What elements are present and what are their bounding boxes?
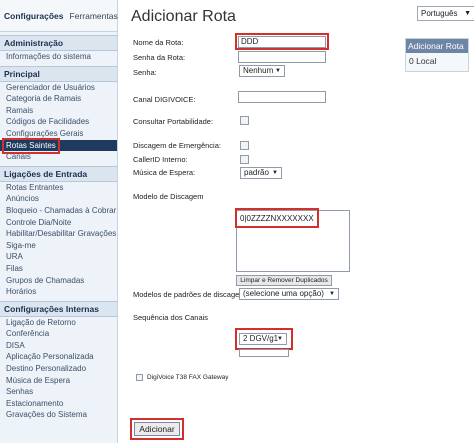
clear-duplicates-button[interactable]: Limpar e Remover Duplicados [236,275,332,286]
sidebar-item-siga-me[interactable]: Siga-me [0,240,117,252]
sidebar-item-informacoes-sistema[interactable]: Informações do sistema [0,51,117,63]
hold-music-label: Música de Espera: [133,168,196,177]
chevron-down-icon: ▼ [277,336,283,342]
sidebar-item-aplicacao-personalizada[interactable]: Aplicação Personalizada [0,351,117,363]
sidebar-item-anuncios[interactable]: Anúncios [0,193,117,205]
sidebar-item-senhas[interactable]: Senhas [0,386,117,398]
route-list-header[interactable]: Adicionar Rota [406,39,468,53]
route-name-input[interactable]: DDD [238,36,326,48]
sidebar-item-canais[interactable]: Canais [0,151,117,163]
channel-sequence-value: 2 DGV/g1 [243,334,279,343]
fax-gateway-label: DigiVoice T38 FAX Gateway [147,374,229,381]
chevron-down-icon: ▼ [464,10,471,17]
chevron-down-icon: ▼ [272,170,278,176]
sidebar-item-destino-personalizado[interactable]: Destino Personalizado [0,363,117,375]
chevron-down-icon: ▼ [329,291,335,297]
sidebar-item-musica-espera[interactable]: Música de Espera [0,375,117,387]
route-password-input[interactable] [238,51,326,63]
callerid-checkbox[interactable] [240,155,249,164]
tab-configuracoes[interactable]: Configurações [4,11,64,21]
tab-ferramentas[interactable]: Ferramentas [70,11,118,21]
route-list-item[interactable]: 0 Local [406,53,468,69]
chevron-down-icon: ▼ [275,68,281,74]
sidebar-item-ligacao-retorno[interactable]: Ligação de Retorno [0,317,117,329]
sidebar-item-grupos-chamadas[interactable]: Grupos de Chamadas [0,275,117,287]
emergency-dial-checkbox[interactable] [240,141,249,150]
sidebar-item-conferencia[interactable]: Conferência [0,328,117,340]
dial-pattern-label: Modelo de Discagem [133,192,204,201]
language-value: Português [421,9,458,18]
sidebar-item-rotas-saintes[interactable]: Rotas Saintes [0,139,117,152]
sidebar-item-horarios[interactable]: Horários [0,286,117,298]
channel-sequence-empty-select[interactable] [239,349,289,357]
top-tabs: Configurações Ferramentas [0,0,118,32]
digivoice-channel-input[interactable] [238,91,326,103]
sidebar-item-ramais[interactable]: Ramais [0,105,117,117]
sidebar-item-gravacoes-sistema[interactable]: Gravações do Sistema [0,409,117,421]
dial-pattern-textarea[interactable]: 0|0ZZZZNXXXXXXX [236,210,350,272]
sidebar-item-estacionamento[interactable]: Estacionamento [0,398,117,410]
channel-sequence-label: Sequência dos Canais [133,313,209,322]
language-select[interactable]: Português ▼ [417,6,474,21]
hold-music-value: padrão [244,168,269,177]
dial-patterns-select-label: Modelos de padrões de discagem: [133,290,248,299]
sidebar-item-controle-dia-noite[interactable]: Controle Dia/Noite [0,217,117,229]
route-name-label: Nome da Rota: [133,38,184,47]
section-ligacoes-entrada: Ligações de Entrada [0,165,117,182]
section-principal: Principal [0,65,117,82]
sidebar-item-habilitar-gravacoes[interactable]: Habilitar/Desabilitar Gravações [0,228,117,240]
callerid-label: CallerID Interno: [133,155,188,164]
dial-pattern-text: 0|0ZZZZNXXXXXXX [240,214,314,223]
digivoice-channel-label: Canal DIGIVOICE: [133,95,196,104]
sidebar-item-codigos-facilidades[interactable]: Códigos de Facilidades [0,116,117,128]
sidebar-item-disa[interactable]: DISA [0,340,117,352]
add-route-button[interactable]: Adicionar [134,422,180,436]
sidebar-item-rotas-entrantes[interactable]: Rotas Entrantes [0,182,117,194]
dial-patterns-select[interactable]: (selecione uma opção) ▼ [239,288,339,300]
sidebar-item-gerenciador-usuarios[interactable]: Gerenciador de Usuários [0,82,117,94]
sidebar-item-filas[interactable]: Filas [0,263,117,275]
portability-label: Consultar Portabilidade: [133,117,214,126]
password-select[interactable]: Nenhum ▼ [239,65,285,77]
emergency-dial-label: Discagem de Emergência: [133,141,221,150]
section-configuracoes-internas: Configurações Internas [0,300,117,317]
route-list-panel: Adicionar Rota 0 Local [405,38,469,72]
page-title: Adicionar Rota [131,8,236,25]
channel-sequence-select[interactable]: 2 DGV/g1 ▼ [239,333,287,345]
sidebar-item-ura[interactable]: URA [0,251,117,263]
fax-gateway-checkbox[interactable] [136,374,143,381]
sidebar-item-categoria-ramais[interactable]: Categoria de Ramais [0,93,117,105]
sidebar-item-configuracoes-gerais[interactable]: Configurações Gerais [0,128,117,140]
route-password-label: Senha da Rota: [133,53,186,62]
sidebar: Configurações Ferramentas Administração … [0,0,118,443]
portability-checkbox[interactable] [240,116,249,125]
password-label: Senha: [133,68,157,77]
sidebar-item-bloqueio-chamadas-cobrar[interactable]: Bloqueio - Chamadas à Cobrar [0,205,117,217]
password-select-value: Nenhum [243,66,274,75]
dial-patterns-select-value: (selecione uma opção) [243,289,324,298]
section-administracao: Administração [0,35,117,51]
hold-music-select[interactable]: padrão ▼ [240,167,282,179]
